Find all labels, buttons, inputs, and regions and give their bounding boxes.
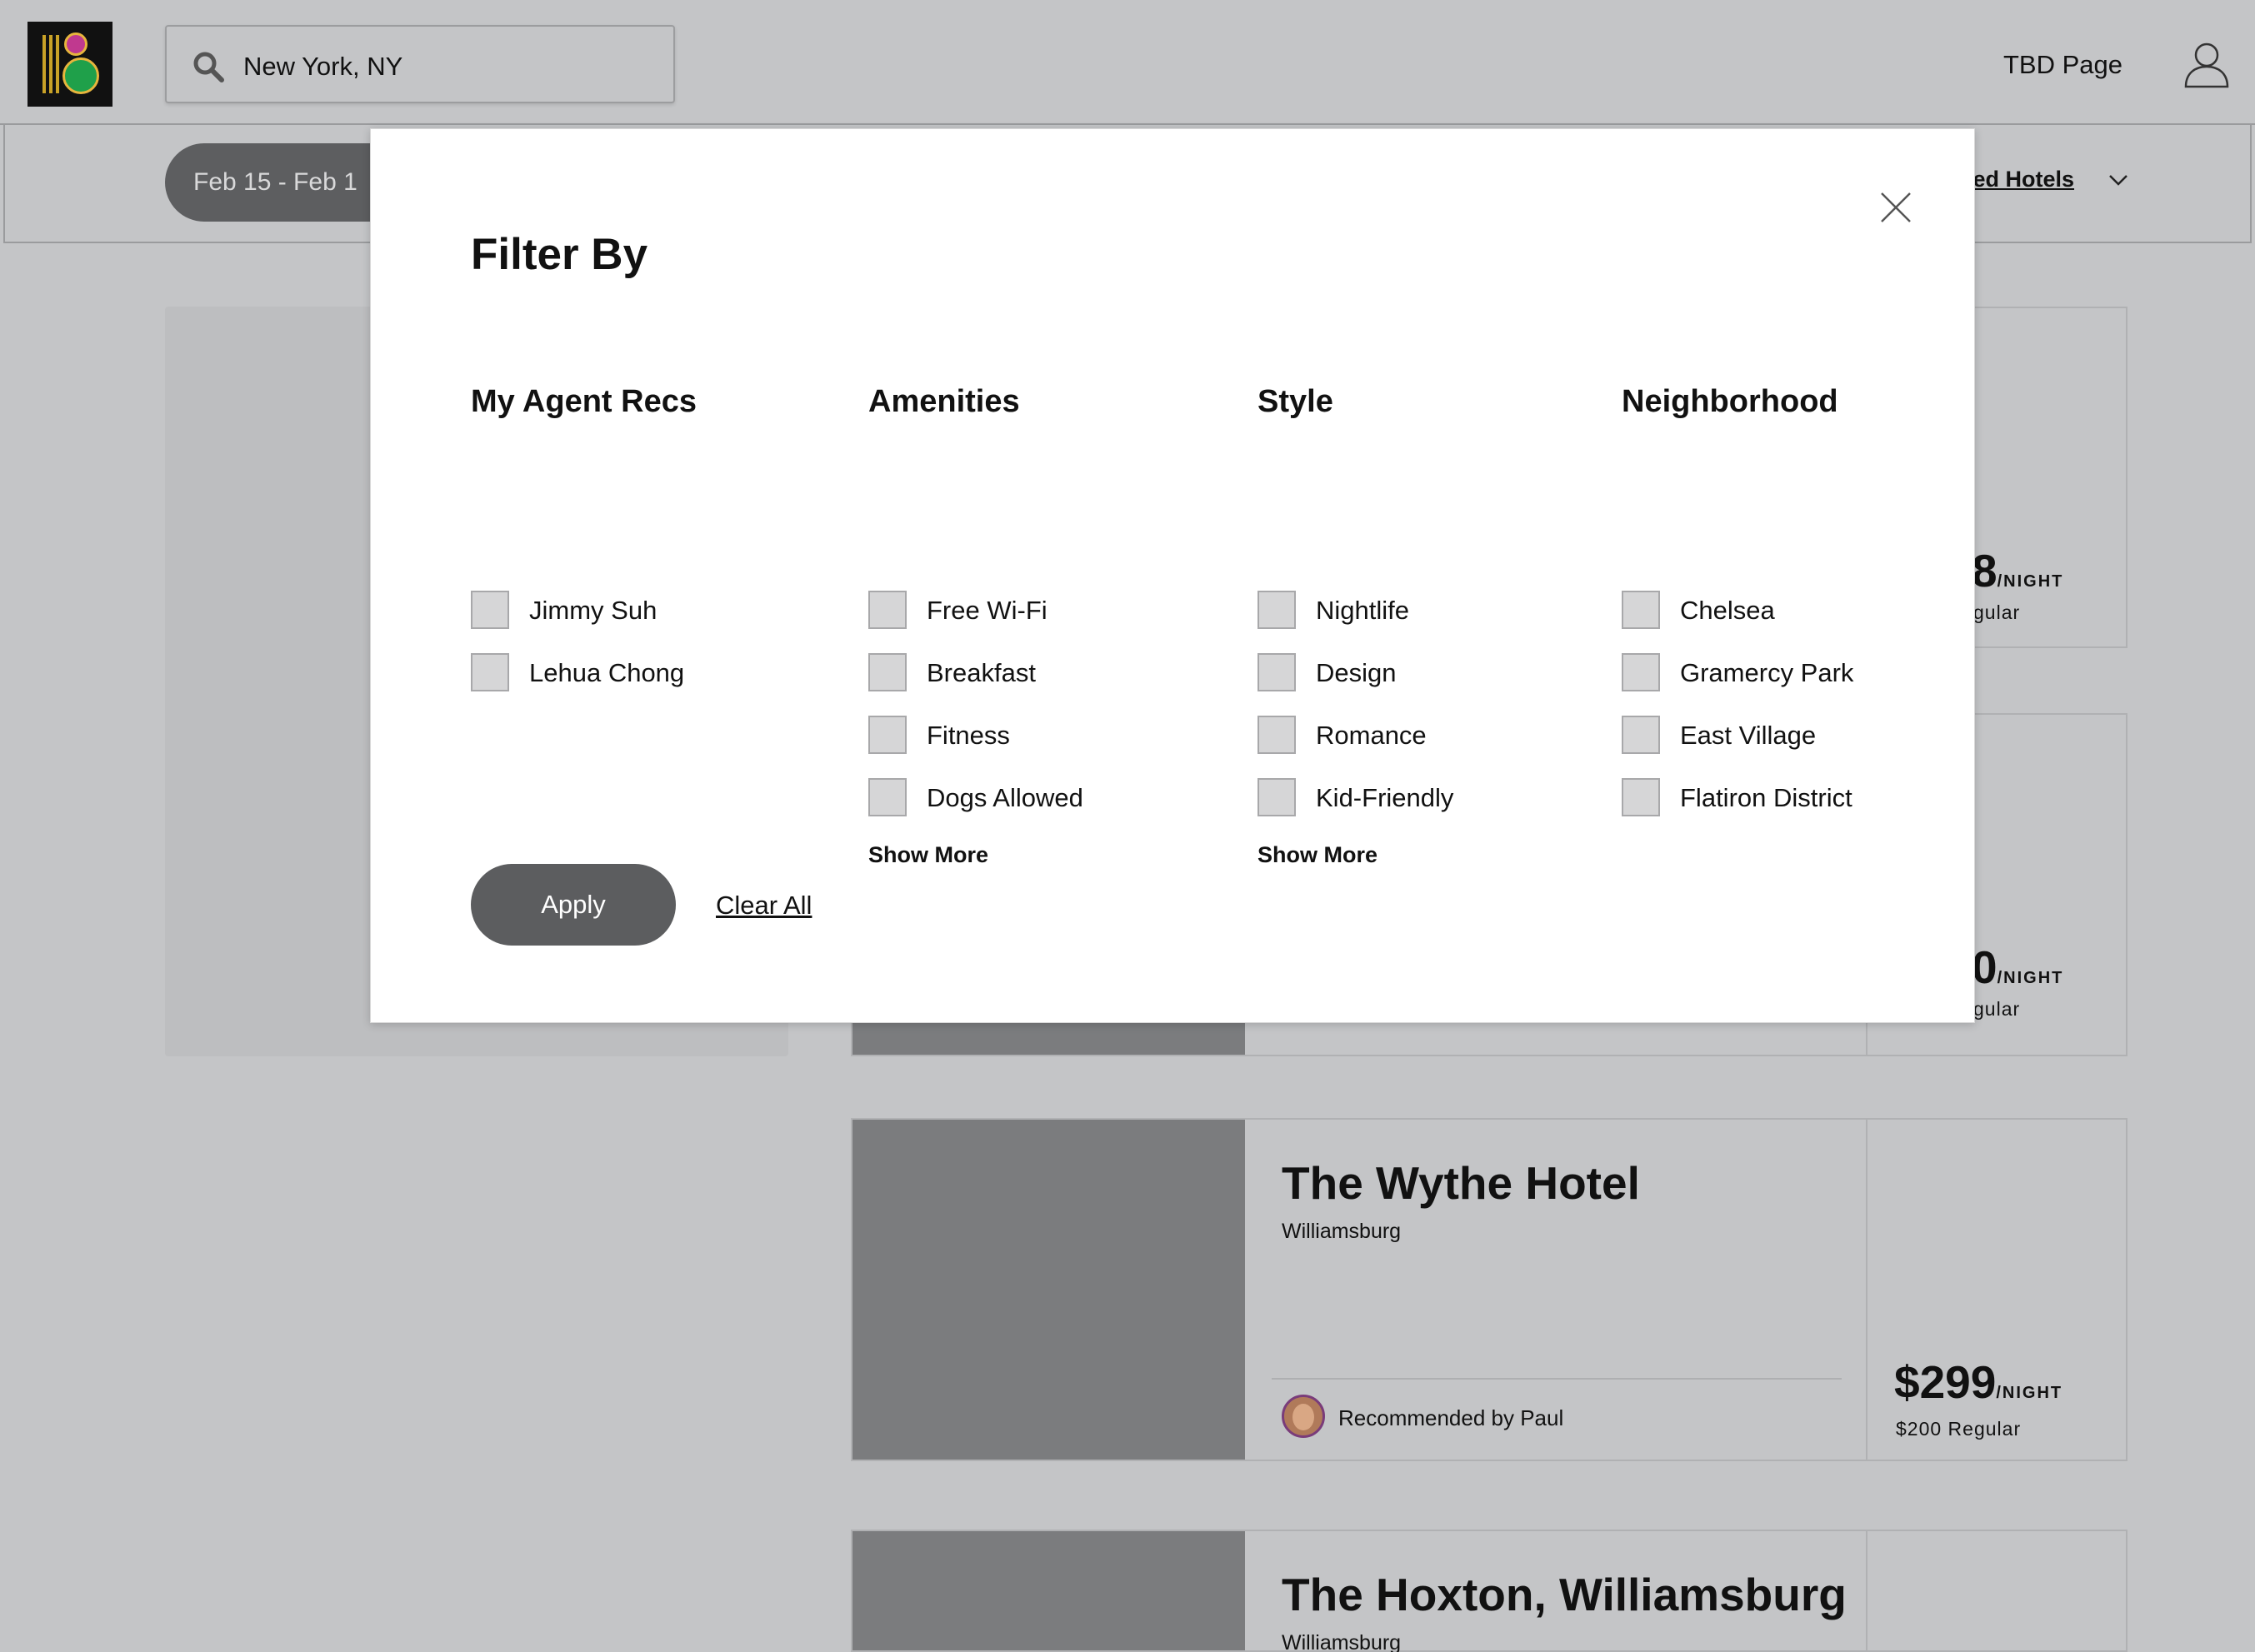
hotel-price: $299/NIGHT [1894,1355,2062,1409]
filter-option-label: Romance [1316,721,1427,750]
sort-dropdown[interactable]: led Hotels [1967,167,2074,192]
filter-group-style: Style Nightlife Design Romance Kid-Frien… [1258,384,1453,867]
filter-option-label: Jimmy Suh [529,596,658,625]
regular-price-fragment: gular [1973,998,2021,1020]
clear-all-link[interactable]: Clear All [716,891,812,921]
filter-group-neighborhood: Neighborhood Chelsea Gramercy Park East … [1622,384,1853,816]
hotel-neighborhood: Williamsburg [1282,1631,1402,1652]
recommended-by-label: Recommended by Paul [1338,1405,1564,1430]
hotel-card[interactable]: The Hoxton, Williamsburg Williamsburg [851,1530,2128,1652]
price-fragment: 0 [1972,941,1998,993]
card-divider [1866,1120,1868,1460]
checkbox[interactable] [1258,591,1296,629]
filter-option-label: Flatiron District [1680,783,1852,812]
logo-stripe [56,35,59,93]
filter-option-label: Chelsea [1680,596,1775,625]
filter-group-heading: Amenities [868,384,1020,419]
show-more-style-link[interactable]: Show More [1258,842,1378,868]
filter-group-heading: My Agent Recs [471,384,697,419]
hotel-price: 8/NIGHT [1972,544,2063,597]
checkbox[interactable] [868,653,907,691]
logo-circle-pink [64,32,88,56]
filter-option-label: Lehua Chong [529,658,685,687]
filter-option-label: Breakfast [927,658,1036,687]
filter-group-heading: Neighborhood [1622,384,1838,419]
per-night-label: /NIGHT [1996,1384,2063,1402]
card-divider [1866,1531,1868,1650]
hotel-card[interactable]: The Wythe Hotel Williamsburg Recommended… [851,1118,2128,1461]
hotel-neighborhood: Williamsburg [1282,1220,1402,1243]
hotel-name[interactable]: The Hoxton, Williamsburg [1282,1568,1847,1621]
checkbox[interactable] [868,591,907,629]
filter-option-label: Fitness [927,721,1010,750]
search-value[interactable]: New York, NY [243,52,402,82]
checkbox[interactable] [1622,591,1660,629]
avatar-face [1292,1404,1314,1430]
filter-option-label: Nightlife [1316,596,1409,625]
close-icon[interactable] [1879,191,1912,224]
per-night-label: /NIGHT [1997,572,2064,591]
checkbox[interactable] [471,591,509,629]
filter-option-label: Kid-Friendly [1316,783,1454,812]
agent-avatar [1282,1395,1325,1438]
hotel-photo [852,1531,1245,1650]
filter-modal: Filter By My Agent Recs Jimmy Suh Lehua … [370,128,1975,1023]
regular-price: $200 Regular [1896,1418,2022,1440]
price-fragment: 8 [1972,545,1998,596]
location-search-field[interactable]: New York, NY [165,25,675,103]
checkbox[interactable] [1622,778,1660,816]
logo-stripe [49,35,52,93]
show-more-amenities-link[interactable]: Show More [868,842,988,868]
brand-logo[interactable] [28,22,112,107]
checkbox[interactable] [471,653,509,691]
hotel-name[interactable]: The Wythe Hotel [1282,1156,1640,1210]
filter-group-heading: Style [1258,384,1333,419]
apply-button[interactable]: Apply [471,864,676,946]
checkbox[interactable] [868,716,907,754]
regular-price-fragment: gular [1973,601,2021,623]
filter-option-label: Dogs Allowed [927,783,1083,812]
filter-option-label: East Village [1680,721,1817,750]
price-value: $299 [1894,1356,1997,1408]
checkbox[interactable] [1622,653,1660,691]
card-separator [1272,1378,1842,1380]
filter-option-label: Design [1316,658,1397,687]
search-icon [193,52,224,82]
modal-title: Filter By [471,230,648,279]
checkbox[interactable] [868,778,907,816]
filter-group-agent-recs: My Agent Recs Jimmy Suh Lehua Chong [471,384,697,691]
checkbox[interactable] [1258,653,1296,691]
filter-group-amenities: Amenities Free Wi-Fi Breakfast Fitness D… [868,384,1083,867]
filter-option-label: Free Wi-Fi [927,596,1048,625]
logo-stripe [42,35,46,93]
chevron-down-icon[interactable] [2108,173,2128,187]
top-bar: New York, NY TBD Page [0,0,2255,125]
logo-circle-green [62,57,99,94]
filter-option-label: Gramercy Park [1680,658,1854,687]
checkbox[interactable] [1258,716,1296,754]
hotel-photo [852,1120,1245,1460]
checkbox[interactable] [1258,778,1296,816]
user-account-icon[interactable] [2183,40,2230,88]
checkbox[interactable] [1622,716,1660,754]
tbd-page-link[interactable]: TBD Page [2003,50,2122,80]
date-range-label: Feb 15 - Feb 1 [193,168,358,196]
per-night-label: /NIGHT [1997,969,2064,987]
hotel-price: 0/NIGHT [1972,941,2063,994]
